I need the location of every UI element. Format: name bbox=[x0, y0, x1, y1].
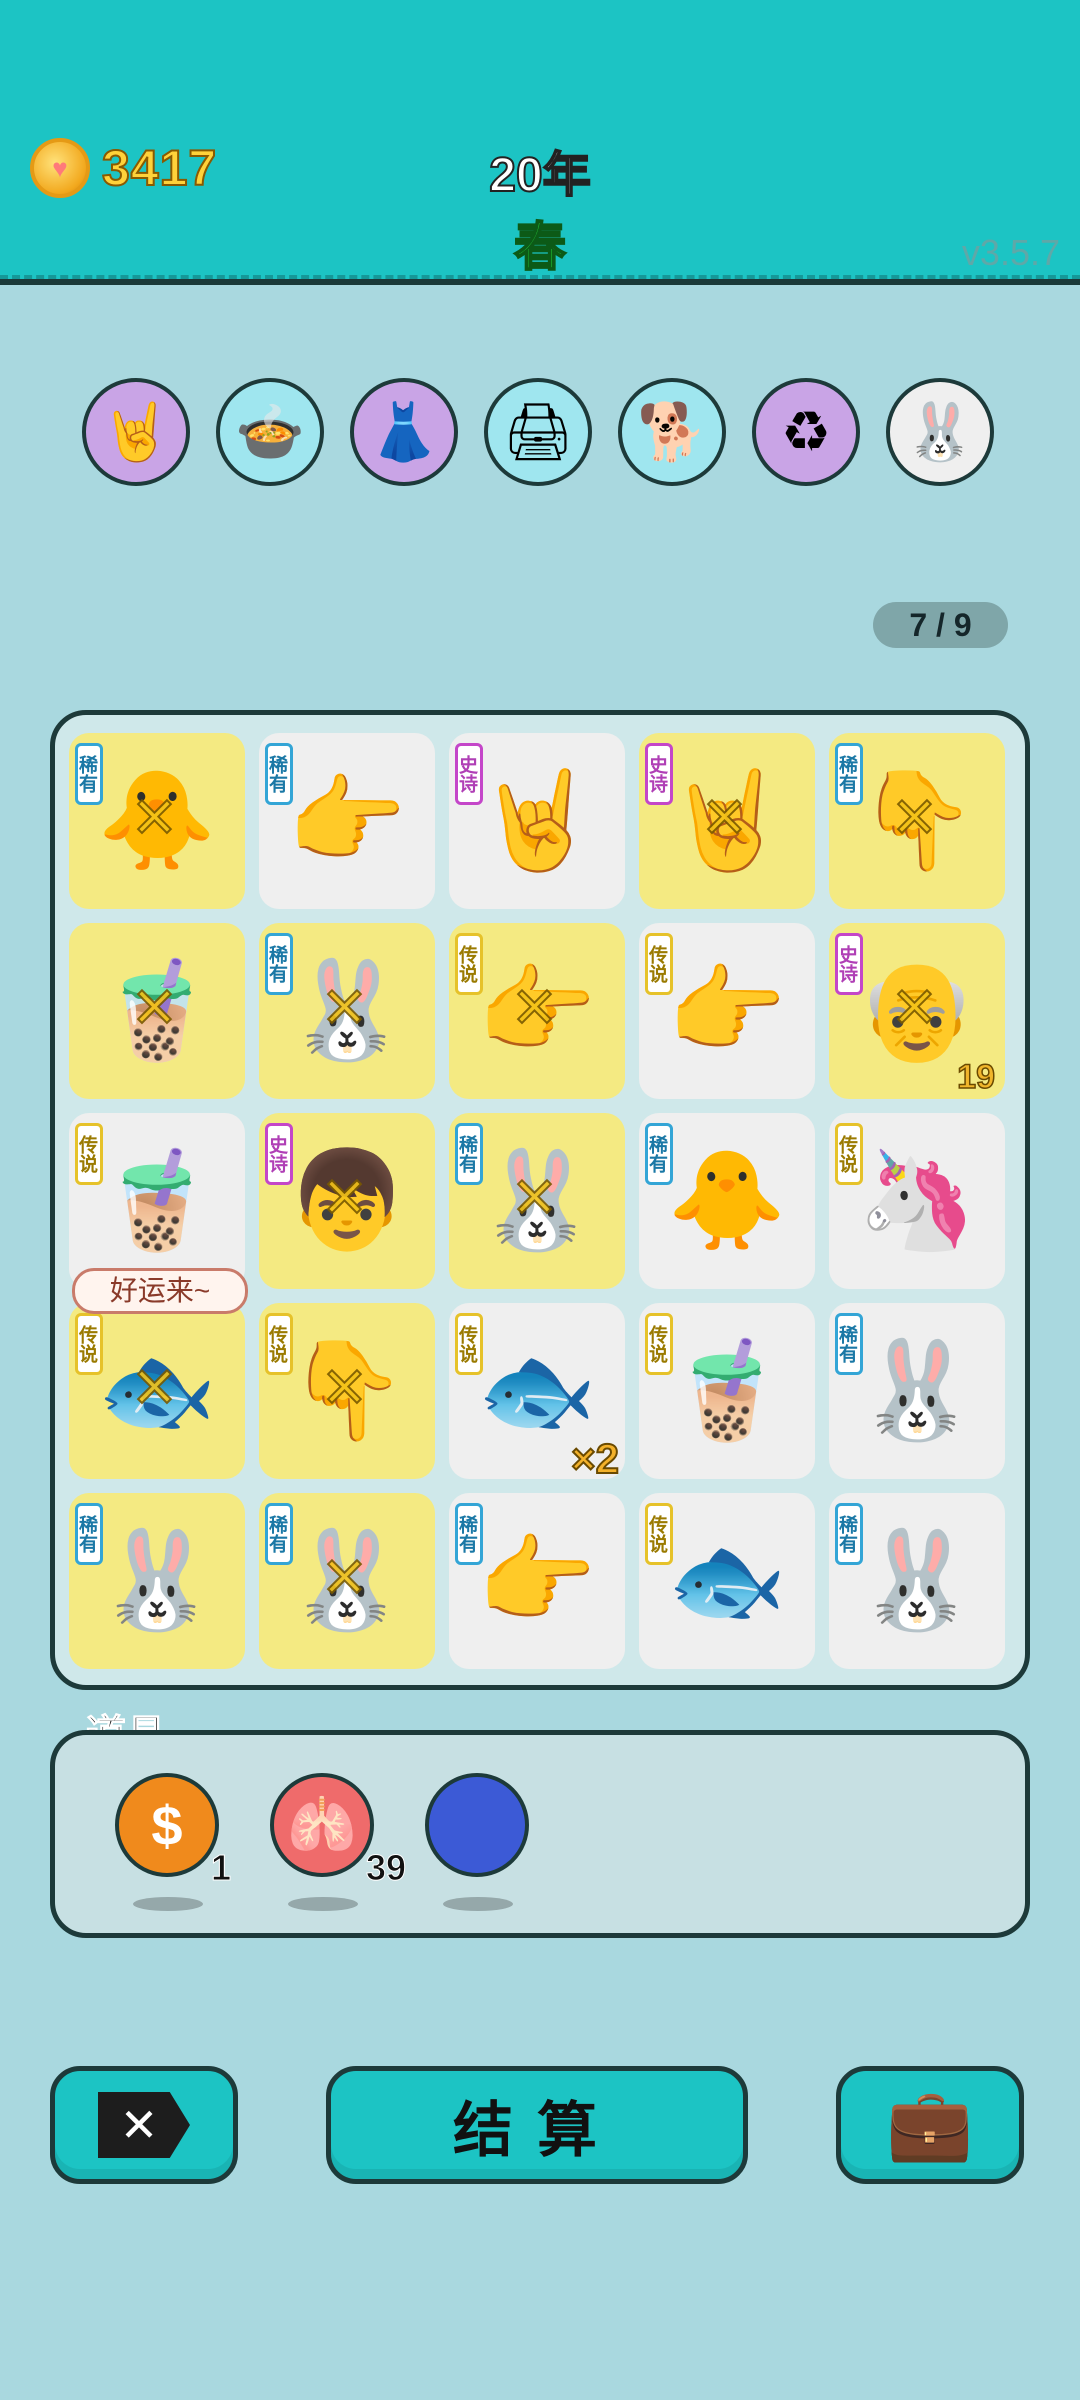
rarity-tag: 稀有 bbox=[835, 1313, 863, 1375]
rarity-tag: 稀有 bbox=[75, 1503, 103, 1565]
exit-button[interactable]: ✕ bbox=[50, 2066, 238, 2184]
board-cell-yellow-pointing-hand[interactable]: 👇 传说 ✕ bbox=[259, 1303, 435, 1479]
progress-counter: 7 / 9 bbox=[873, 602, 1008, 648]
rarity-tag: 传说 bbox=[835, 1123, 863, 1185]
item-slot[interactable] bbox=[425, 1773, 535, 1923]
board-cell-rabbit[interactable]: 🐰 稀有 bbox=[829, 1303, 1005, 1479]
cross-mark-icon: ✕ bbox=[130, 975, 179, 1040]
settle-label: 结算 bbox=[453, 2096, 621, 2164]
cross-mark-icon: ✕ bbox=[320, 1355, 369, 1420]
cross-mark-icon: ✕ bbox=[320, 975, 369, 1040]
cross-mark-icon: ✕ bbox=[320, 1545, 369, 1610]
settle-button[interactable]: 结算 bbox=[326, 2066, 748, 2184]
cross-mark-icon: ✕ bbox=[890, 785, 939, 850]
board-cell-brown-pointing-hand[interactable]: 👇 稀有 ✕ bbox=[829, 733, 1005, 909]
bag-button[interactable]: 💼 bbox=[836, 2066, 1024, 2184]
board-cell-rabbit[interactable]: 🐰 稀有 bbox=[69, 1493, 245, 1669]
board-cell-brown-pointing-hand[interactable]: 👉 稀有 bbox=[259, 733, 435, 909]
item-quantity: 39 bbox=[365, 1847, 407, 1889]
board-cell-red-cap-boy[interactable]: 👦 史诗 ✕ bbox=[259, 1113, 435, 1289]
rarity-tag: 传说 bbox=[455, 933, 483, 995]
rarity-tag: 史诗 bbox=[455, 743, 483, 805]
rarity-tag: 稀有 bbox=[455, 1123, 483, 1185]
board-cell-gray-rock-hand[interactable]: 🤘 史诗 ✕ bbox=[639, 733, 815, 909]
board-cell-yellow-pointing-hand[interactable]: 👉 传说 bbox=[639, 923, 815, 1099]
rarity-tag: 稀有 bbox=[835, 1503, 863, 1565]
rabbit-heart-icon[interactable]: 🐰 bbox=[886, 378, 994, 486]
rarity-tag: 稀有 bbox=[265, 1503, 293, 1565]
board-cell-rabbit[interactable]: 🐰 稀有 ✕ bbox=[259, 1493, 435, 1669]
cross-mark-icon: ✕ bbox=[510, 1165, 559, 1230]
board-cell-rabbit[interactable]: 🐰 稀有 ✕ bbox=[449, 1113, 625, 1289]
speech-bubble: 好运来~ bbox=[72, 1268, 248, 1314]
skill-bar: 🤘 🍲 👗 🖨 🐕 ♻ 🐰 bbox=[82, 378, 994, 486]
rarity-tag: 传说 bbox=[75, 1313, 103, 1375]
board-cell-koi-fish-star[interactable]: 🐟 传说 ×2 bbox=[449, 1303, 625, 1483]
board-cell-unicorn[interactable]: 🦄 传说 bbox=[829, 1113, 1005, 1289]
rarity-tag: 稀有 bbox=[645, 1123, 673, 1185]
skirt-icon[interactable]: 👗 bbox=[350, 378, 458, 486]
cross-mark-icon: ✕ bbox=[130, 1355, 179, 1420]
items-panel: $1 🫁 39 bbox=[50, 1730, 1030, 1938]
rarity-tag: 传说 bbox=[645, 1313, 673, 1375]
board-cell-koi-fish[interactable]: 🐟 传说 bbox=[639, 1493, 815, 1669]
blueberry-item-icon bbox=[425, 1773, 529, 1877]
rarity-tag: 传说 bbox=[455, 1313, 483, 1375]
rarity-tag: 稀有 bbox=[455, 1503, 483, 1565]
board-cell-bubble-tea[interactable]: 🧋 ✕ bbox=[69, 923, 245, 1099]
dog-icon[interactable]: 🐕 bbox=[618, 378, 726, 486]
close-icon: ✕ bbox=[98, 2092, 190, 2158]
printer-warning-icon[interactable]: 🖨 bbox=[484, 378, 592, 486]
board-cell-brown-pointing-hand[interactable]: 👉 稀有 bbox=[449, 1493, 625, 1669]
cross-mark-icon: ✕ bbox=[700, 785, 749, 850]
rarity-tag: 传说 bbox=[75, 1123, 103, 1185]
version-label: v3.5.7 bbox=[961, 232, 1060, 273]
rarity-tag: 稀有 bbox=[265, 933, 293, 995]
coin-item-icon: $ bbox=[115, 1773, 219, 1877]
board-cell-green-hair-grandpa[interactable]: 👴 史诗 ✕ 19 bbox=[829, 923, 1005, 1099]
season-label: 春 bbox=[513, 218, 567, 278]
board-cell-rabbit[interactable]: 🐰 稀有 bbox=[829, 1493, 1005, 1669]
rarity-tag: 传说 bbox=[645, 933, 673, 995]
year-label: 20年 bbox=[488, 148, 591, 203]
chick-pot-icon[interactable]: 🍲 bbox=[216, 378, 324, 486]
rarity-tag: 史诗 bbox=[645, 743, 673, 805]
board-cell-chick[interactable]: 🐥 稀有 ✕ bbox=[69, 733, 245, 909]
rarity-tag: 传说 bbox=[265, 1313, 293, 1375]
top-header: ♥ 3417 20年 春 v3.5.7 bbox=[0, 0, 1080, 285]
board-cell-yellow-pointing-hand[interactable]: 👉 传说 ✕ bbox=[449, 923, 625, 1099]
cross-mark-icon: ✕ bbox=[510, 975, 559, 1040]
multiplier-label: ×2 bbox=[570, 1434, 620, 1483]
rarity-tag: 稀有 bbox=[75, 743, 103, 805]
item-quantity: 1 bbox=[210, 1847, 232, 1889]
board-cell-bubble-tea[interactable]: 🧋 传说 bbox=[69, 1113, 245, 1289]
item-slot[interactable]: 🫁 39 bbox=[270, 1773, 407, 1923]
board-cell-rabbit[interactable]: 🐰 稀有 ✕ bbox=[259, 923, 435, 1099]
item-shadow bbox=[443, 1897, 513, 1911]
rarity-tag: 稀有 bbox=[265, 743, 293, 805]
rarity-tag: 稀有 bbox=[835, 743, 863, 805]
item-shadow bbox=[133, 1897, 203, 1911]
rock-hand-icon[interactable]: 🤘 bbox=[82, 378, 190, 486]
liver-item-icon: 🫁 bbox=[270, 1773, 374, 1877]
rarity-tag: 传说 bbox=[645, 1503, 673, 1565]
briefcase-icon: 💼 bbox=[886, 2085, 974, 2163]
cross-mark-icon: ✕ bbox=[130, 785, 179, 850]
item-shadow bbox=[288, 1897, 358, 1911]
rarity-tag: 史诗 bbox=[265, 1123, 293, 1185]
slot-board: 🐥 稀有 ✕ 👉 稀有 🤘 史诗 🤘 史诗 ✕ 👇 稀有 ✕ 🧋 ✕ 🐰 稀有 ✕ 👉 传说 ✕ 👉 传说 👴 史诗 ✕ 19 🧋 传说… bbox=[50, 710, 1030, 1690]
cell-count: 19 bbox=[956, 1057, 995, 1097]
board-cell-chick[interactable]: 🐥 稀有 bbox=[639, 1113, 815, 1289]
rarity-tag: 史诗 bbox=[835, 933, 863, 995]
board-cell-gray-rock-hand[interactable]: 🤘 史诗 bbox=[449, 733, 625, 909]
header-divider bbox=[0, 275, 1080, 279]
board-cell-bubble-tea[interactable]: 🧋 传说 bbox=[639, 1303, 815, 1479]
recycle-icon[interactable]: ♻ bbox=[752, 378, 860, 486]
cross-mark-icon: ✕ bbox=[890, 975, 939, 1040]
board-cell-koi-fish[interactable]: 🐟 传说 ✕ bbox=[69, 1303, 245, 1479]
cross-mark-icon: ✕ bbox=[320, 1165, 369, 1230]
item-slot[interactable]: $1 bbox=[115, 1773, 232, 1923]
